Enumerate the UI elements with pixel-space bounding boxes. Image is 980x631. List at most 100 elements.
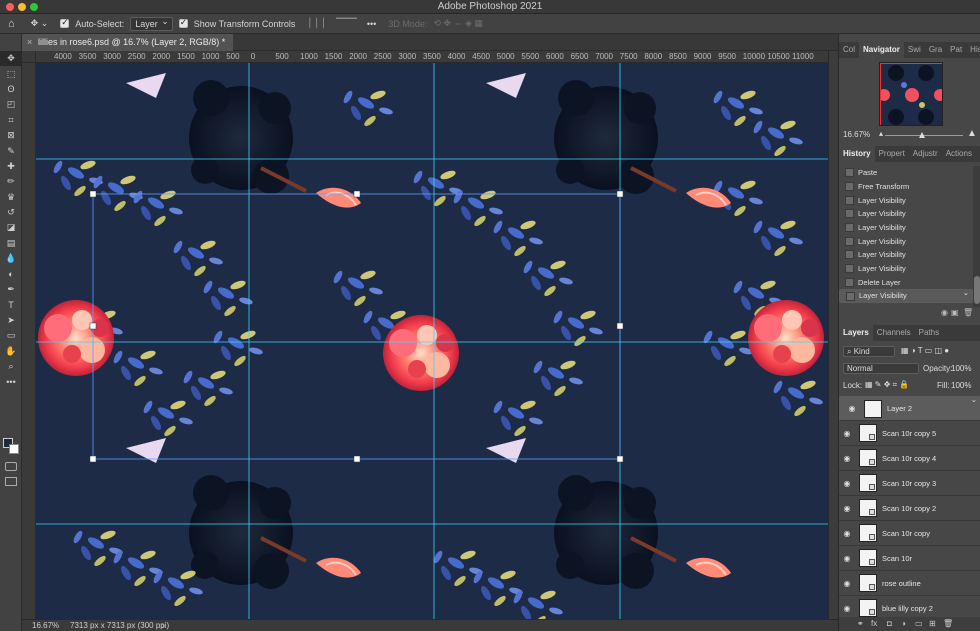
show-transform-checkbox[interactable] (178, 17, 188, 28)
trash-icon[interactable]: 🗑 (963, 308, 973, 317)
adjustment-layer-icon[interactable]: ◑ (901, 619, 906, 628)
visibility-eye-icon[interactable]: ◉ (844, 403, 860, 415)
filter-type-icons[interactable]: ▦ ◑ T ▭ ◫ ● (901, 346, 949, 355)
eyedropper-tool-icon[interactable]: ✎ (0, 143, 22, 158)
fx-icon[interactable]: fx (871, 619, 877, 628)
history-item[interactable]: Layer Visibility (839, 248, 973, 262)
horizontal-ruler[interactable]: 4000 3500 3000 2500 2000 1500 1000 500 0 500 1000 1… (36, 51, 828, 63)
history-item[interactable]: Layer Visibility (839, 287, 973, 303)
tab-col[interactable]: Col (839, 42, 859, 58)
layer-name[interactable]: Scan 10r (882, 554, 912, 563)
tab-navigator[interactable]: Navigator (859, 42, 904, 58)
new-layer-icon[interactable]: ⊞ (929, 619, 936, 628)
layer-row[interactable]: ◉ Scan 10r (839, 546, 980, 571)
more-options-button[interactable]: ••• (367, 19, 376, 29)
layer-name[interactable]: Scan 10r copy 3 (882, 479, 936, 488)
close-document-icon[interactable]: × (27, 34, 32, 51)
navigator-view-box[interactable] (880, 63, 942, 125)
zoom-slider-knob[interactable] (919, 132, 925, 138)
history-item[interactable]: Layer Visibility (839, 262, 973, 276)
path-select-tool-icon[interactable]: ➤ (0, 313, 22, 328)
camera-icon[interactable]: ▣ (951, 308, 959, 317)
transform-bounding-box[interactable] (89, 190, 624, 463)
layer-name[interactable]: Layer 2 (887, 403, 912, 415)
layer-row[interactable]: ◉ Scan 10r copy 4 (839, 446, 980, 471)
layer-row[interactable]: ◉ Scan 10r copy 5 (839, 421, 980, 446)
layer-filter-dropdown[interactable]: ⌕ Kind (843, 346, 895, 357)
home-icon[interactable]: ⌂ (8, 18, 15, 30)
tab-pat[interactable]: Pat (946, 42, 966, 58)
navigator-zoom-value[interactable]: 16.67% (843, 130, 870, 139)
history-brush-icon[interactable]: ↺ (0, 205, 22, 220)
background-color-swatch[interactable] (9, 444, 19, 454)
layer-name[interactable]: Scan 10r copy 2 (882, 504, 936, 513)
tab-swi[interactable]: Swi (904, 42, 925, 58)
tab-gra[interactable]: Gra (925, 42, 946, 58)
opacity-value[interactable]: 100% (951, 364, 971, 373)
blur-tool-icon[interactable]: 💧 (0, 251, 22, 266)
visibility-eye-icon[interactable]: ◉ (839, 479, 855, 488)
history-item[interactable]: Delete Layer (839, 276, 973, 290)
visibility-eye-icon[interactable]: ◉ (839, 529, 855, 538)
visibility-eye-icon[interactable]: ◉ (839, 579, 855, 588)
frame-tool-icon[interactable]: ⊠ (0, 128, 22, 143)
visibility-eye-icon[interactable]: ◉ (839, 504, 855, 513)
rectangle-tool-icon[interactable]: ▭ (0, 328, 22, 343)
layer-row[interactable]: ◉ Scan 10r copy 3 (839, 471, 980, 496)
marquee-tool-icon[interactable]: ⬚ (0, 66, 22, 81)
visibility-eye-icon[interactable]: ◉ (839, 429, 855, 438)
blend-mode-dropdown[interactable]: Normal (843, 363, 919, 374)
navigator-zoom-slider[interactable] (885, 132, 963, 138)
history-item[interactable]: Free Transform (839, 180, 973, 194)
history-item[interactable]: Paste (839, 166, 973, 180)
history-scroll-thumb[interactable] (974, 276, 980, 304)
layer-name[interactable]: blue lilly copy 2 (882, 604, 933, 613)
tab-adjustr[interactable]: Adjustr (909, 146, 942, 162)
tab-channels[interactable]: Channels (873, 325, 915, 341)
layer-name[interactable]: Scan 10r copy (882, 529, 930, 538)
lasso-tool-icon[interactable]: ʘ (0, 82, 22, 97)
layer-name[interactable]: Scan 10r copy 5 (882, 429, 936, 438)
status-zoom[interactable]: 16.67% (32, 621, 59, 630)
hand-tool-icon[interactable]: ✋ (0, 343, 22, 358)
eraser-tool-icon[interactable]: ◪ (0, 220, 22, 235)
visibility-eye-icon[interactable]: ◉ (839, 604, 855, 613)
zoom-tool-icon[interactable]: ⌕ (0, 359, 22, 374)
zoom-out-icon[interactable]: ▴ (879, 129, 883, 138)
history-item[interactable]: Layer Visibility (839, 234, 973, 248)
history-scrollbar[interactable] (973, 166, 980, 307)
type-tool-icon[interactable]: T (0, 297, 22, 312)
color-swatches[interactable] (3, 438, 19, 454)
clone-stamp-icon[interactable]: ♛ (0, 190, 22, 205)
layer-name[interactable]: rose outline (882, 579, 921, 588)
history-item[interactable]: Layer Visibility (839, 207, 973, 221)
align-top-icon[interactable]: ▔▔▔ (336, 18, 357, 29)
layer-row[interactable]: ◉ Scan 10r copy (839, 521, 980, 546)
tab-his[interactable]: His (966, 42, 980, 58)
tab-propert[interactable]: Propert (875, 146, 909, 162)
move-tool-icon[interactable]: ✥ (0, 51, 22, 67)
canvas-vertical-scrollbar[interactable] (828, 51, 838, 619)
new-snapshot-icon[interactable]: ◉ (941, 308, 948, 317)
tab-history[interactable]: History (839, 146, 875, 162)
layer-row[interactable]: ◉ rose outline (839, 571, 980, 596)
align-left-icon[interactable]: ▏▏▏ (309, 18, 330, 29)
zoom-in-icon[interactable]: ▲ (967, 128, 977, 139)
lock-icons[interactable]: ▦ ✎ ✥ ⌗ 🔒 (865, 380, 909, 390)
quick-mask-icon[interactable] (5, 462, 17, 471)
layer-row[interactable]: ◉ Layer 2 (839, 394, 980, 421)
visibility-eye-icon[interactable]: ◉ (839, 454, 855, 463)
pen-tool-icon[interactable]: ✒ (0, 282, 22, 297)
more-tools-icon[interactable]: ••• (0, 374, 22, 389)
history-item[interactable]: Layer Visibility (839, 193, 973, 207)
document-tab[interactable]: × lillies in rose6.psd @ 16.7% (Layer 2,… (22, 34, 234, 51)
crop-tool-icon[interactable]: ⌗ (0, 113, 22, 128)
tab-paths[interactable]: Paths (915, 325, 943, 341)
brush-tool-icon[interactable]: ✏ (0, 174, 22, 189)
delete-layer-icon[interactable]: 🗑 (943, 619, 953, 628)
fill-value[interactable]: 100% (951, 381, 971, 390)
object-select-tool-icon[interactable]: ◰ (0, 97, 22, 112)
visibility-eye-icon[interactable]: ◉ (839, 554, 855, 563)
document-canvas[interactable] (36, 63, 828, 619)
move-tool-icon[interactable]: ✥ ⌄ (31, 18, 49, 29)
